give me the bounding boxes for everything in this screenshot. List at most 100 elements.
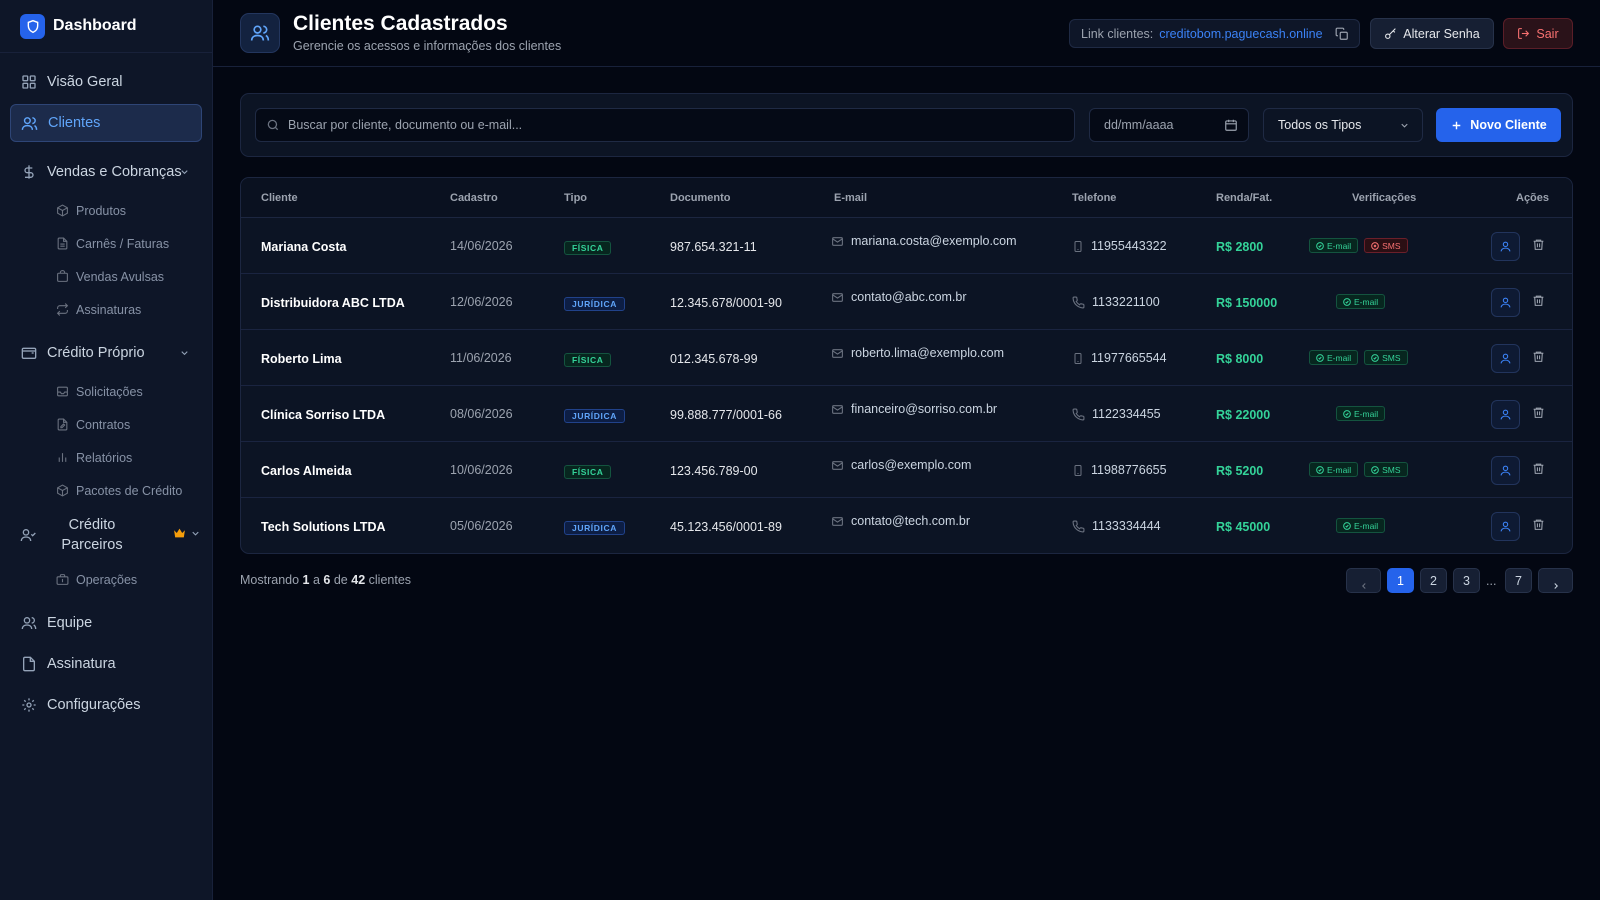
users-icon bbox=[21, 115, 38, 132]
view-client-button[interactable] bbox=[1491, 344, 1520, 373]
sidebar-subitem-operacoes[interactable]: Operações bbox=[56, 563, 202, 596]
sidebar-item-equipe[interactable]: Equipe bbox=[10, 604, 202, 642]
sidebar-item-assinatura[interactable]: Assinatura bbox=[10, 645, 202, 683]
delete-client-button[interactable] bbox=[1532, 518, 1545, 531]
sidebar-item-vendas[interactable]: Vendas e Cobranças bbox=[10, 153, 202, 191]
badge-label: E-mail bbox=[1354, 296, 1379, 307]
col-documento[interactable]: Documento bbox=[670, 192, 731, 204]
email-text: roberto.lima@exemplo.com bbox=[851, 346, 1005, 360]
filter-bar: dd/mm/aaaa Todos os Tipos Novo Cliente bbox=[240, 93, 1573, 157]
sidebar-item-label: Crédito Próprio bbox=[47, 345, 145, 361]
table-row[interactable]: Tech Solutions LTDA 05/06/2026 JURÍDICA … bbox=[241, 498, 1572, 553]
type-badge: FÍSICA bbox=[564, 241, 612, 255]
next-page-button[interactable] bbox=[1538, 568, 1573, 593]
view-client-button[interactable] bbox=[1491, 456, 1520, 485]
search-input[interactable] bbox=[288, 118, 1048, 132]
inbox-icon bbox=[56, 385, 69, 398]
badge-label: E-mail bbox=[1327, 464, 1352, 475]
trash-icon bbox=[1532, 238, 1545, 251]
copy-icon[interactable] bbox=[1335, 27, 1349, 41]
cell-telefone: 11977665544 bbox=[1072, 351, 1167, 365]
table-row[interactable]: Distribuidora ABC LTDA 12/06/2026 JURÍDI… bbox=[241, 274, 1572, 330]
chevron-down-icon bbox=[179, 167, 190, 178]
sidebar-item-configuracoes[interactable]: Configurações bbox=[10, 686, 202, 724]
check-circle-icon bbox=[1316, 353, 1324, 362]
sidebar-item-clientes[interactable]: Clientes bbox=[10, 104, 202, 142]
cell-cliente: Mariana Costa bbox=[261, 240, 347, 254]
sidebar-subitem-relatorios[interactable]: Relatórios bbox=[56, 441, 202, 474]
sidebar-nav: Visão Geral Clientes Vendas e Cobranças … bbox=[0, 53, 212, 724]
button-label: Sair bbox=[1536, 26, 1559, 41]
page-button-2[interactable]: 2 bbox=[1420, 568, 1447, 593]
cell-cadastro: 14/06/2026 bbox=[450, 239, 513, 253]
type-badge: JURÍDICA bbox=[564, 521, 625, 535]
delete-client-button[interactable] bbox=[1532, 294, 1545, 307]
sidebar-item-credito-proprio[interactable]: Crédito Próprio bbox=[10, 334, 202, 372]
brand-title: Dashboard bbox=[53, 17, 137, 34]
sidebar-subitem-contratos[interactable]: Contratos bbox=[56, 408, 202, 441]
smartphone-icon bbox=[1072, 464, 1084, 477]
cell-documento: 123.456.789-00 bbox=[670, 464, 758, 478]
sidebar-item-label: Configurações bbox=[47, 697, 141, 713]
date-filter-input[interactable]: dd/mm/aaaa bbox=[1089, 108, 1249, 142]
sidebar-item-credito-parceiros[interactable]: Crédito Parceiros bbox=[10, 507, 202, 563]
badge-label: SMS bbox=[1382, 352, 1401, 363]
badge-label: E-mail bbox=[1354, 408, 1379, 419]
view-client-button[interactable] bbox=[1491, 400, 1520, 429]
col-tipo[interactable]: Tipo bbox=[564, 192, 587, 204]
col-cadastro[interactable]: Cadastro bbox=[450, 192, 498, 204]
user-icon bbox=[1499, 352, 1512, 365]
cell-renda: R$ 8000 bbox=[1216, 352, 1264, 366]
table-row[interactable]: Mariana Costa 14/06/2026 FÍSICA 987.654.… bbox=[241, 218, 1572, 274]
cell-cliente: Carlos Almeida bbox=[261, 464, 352, 478]
subitem-label: Solicitações bbox=[76, 384, 143, 399]
cell-email: carlos@exemplo.com bbox=[831, 458, 971, 472]
email-verified-badge: E-mail bbox=[1336, 518, 1386, 533]
cell-renda: R$ 150000 bbox=[1216, 296, 1278, 310]
page-button-1[interactable]: 1 bbox=[1387, 568, 1414, 593]
x-circle-icon bbox=[1371, 241, 1379, 250]
sidebar-subitem-assinaturas[interactable]: Assinaturas bbox=[56, 293, 202, 326]
delete-client-button[interactable] bbox=[1532, 238, 1545, 251]
table-row[interactable]: Roberto Lima 11/06/2026 FÍSICA 012.345.6… bbox=[241, 330, 1572, 386]
page-button-7[interactable]: 7 bbox=[1505, 568, 1532, 593]
email-verified-badge: E-mail bbox=[1336, 294, 1386, 309]
delete-client-button[interactable] bbox=[1532, 350, 1545, 363]
sidebar-subitem-carnes[interactable]: Carnês / Faturas bbox=[56, 227, 202, 260]
view-client-button[interactable] bbox=[1491, 512, 1520, 541]
page-button-3[interactable]: 3 bbox=[1453, 568, 1480, 593]
sidebar-item-visao-geral[interactable]: Visão Geral bbox=[10, 63, 202, 101]
type-select[interactable]: Todos os Tipos bbox=[1263, 108, 1423, 142]
col-telefone[interactable]: Telefone bbox=[1072, 192, 1116, 204]
email-text: mariana.costa@exemplo.com bbox=[851, 234, 1017, 248]
col-renda[interactable]: Renda/Fat. bbox=[1216, 192, 1272, 204]
wallet-icon bbox=[20, 345, 37, 362]
brand[interactable]: Dashboard bbox=[0, 0, 212, 53]
pagination-ellipsis: ... bbox=[1486, 574, 1497, 588]
alterar-senha-button[interactable]: Alterar Senha bbox=[1370, 18, 1494, 49]
sidebar-subitem-solicitacoes[interactable]: Solicitações bbox=[56, 375, 202, 408]
sidebar-subitem-produtos[interactable]: Produtos bbox=[56, 194, 202, 227]
table-row[interactable]: Carlos Almeida 10/06/2026 FÍSICA 123.456… bbox=[241, 442, 1572, 498]
check-circle-icon bbox=[1343, 521, 1351, 530]
logout-button[interactable]: Sair bbox=[1503, 18, 1573, 49]
briefcase-icon bbox=[56, 573, 69, 586]
type-badge: FÍSICA bbox=[564, 465, 612, 479]
sidebar-subitem-pacotes[interactable]: Pacotes de Crédito bbox=[56, 474, 202, 507]
sidebar-subitem-vendas-avulsas[interactable]: Vendas Avulsas bbox=[56, 260, 202, 293]
sidebar-item-label: Equipe bbox=[47, 615, 93, 631]
client-link[interactable]: creditobom.paguecash.online bbox=[1159, 27, 1322, 41]
col-cliente[interactable]: Cliente bbox=[261, 192, 298, 204]
table-row[interactable]: Clínica Sorriso LTDA 08/06/2026 JURÍDICA… bbox=[241, 386, 1572, 442]
novo-cliente-button[interactable]: Novo Cliente bbox=[1436, 108, 1561, 142]
view-client-button[interactable] bbox=[1491, 232, 1520, 261]
subitem-label: Produtos bbox=[76, 203, 127, 218]
delete-client-button[interactable] bbox=[1532, 406, 1545, 419]
prev-page-button[interactable] bbox=[1346, 568, 1381, 593]
cell-cadastro: 12/06/2026 bbox=[450, 295, 513, 309]
bar-chart-icon bbox=[56, 451, 69, 464]
col-email[interactable]: E-mail bbox=[834, 192, 867, 204]
view-client-button[interactable] bbox=[1491, 288, 1520, 317]
subitem-label: Carnês / Faturas bbox=[76, 236, 170, 251]
delete-client-button[interactable] bbox=[1532, 462, 1545, 475]
